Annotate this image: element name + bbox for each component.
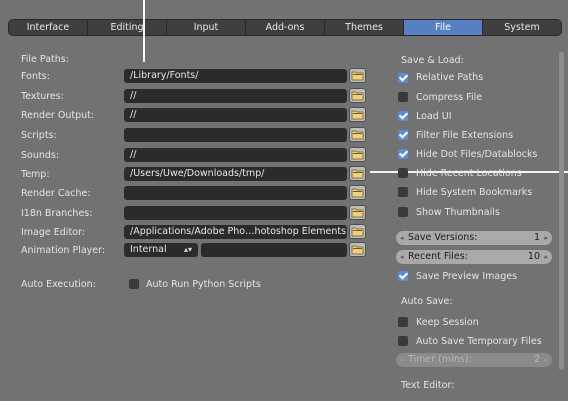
decrement-arrow-icon[interactable]: ◂ [400,250,404,264]
filter-file-extensions-label: Filter File Extensions [416,130,514,141]
auto-save-heading: Auto Save: [401,296,453,307]
scripts-path-field[interactable] [124,128,347,142]
preferences-tab-bar: Interface Editing Input Add-ons Themes F… [9,20,561,35]
fonts-label: Fonts: [21,71,50,82]
decrement-arrow-icon[interactable]: ◂ [400,353,404,367]
animation-player-path-field[interactable] [201,243,347,257]
save-versions-field[interactable]: ◂ Save Versions: 1 ▸ [396,231,552,245]
tab-interface[interactable]: Interface [9,20,88,35]
i18n-branches-label: I18n Branches: [21,208,93,219]
show-thumbnails-checkbox[interactable] [398,207,408,217]
hide-recent-locations-checkbox[interactable] [398,168,408,178]
text-editor-heading: Text Editor: [401,380,455,391]
textures-path-field[interactable]: // [124,89,347,103]
save-load-heading: Save & Load: [401,55,464,66]
render-output-path-field[interactable]: // [124,108,347,122]
hide-recent-locations-label: Hide Recent Locations [416,168,522,179]
i18n-branches-folder-icon[interactable] [350,206,365,219]
file-paths-heading: File Paths: [21,54,69,65]
recent-files-field[interactable]: ◂ Recent Files: 10 ▸ [396,250,552,264]
scripts-label: Scripts: [21,130,57,141]
fonts-path-field[interactable]: /Library/Fonts/ [124,69,347,83]
auto-run-python-label: Auto Run Python Scripts [146,279,261,290]
render-cache-folder-icon[interactable] [350,186,365,199]
relative-paths-label: Relative Paths [416,72,484,83]
load-ui-checkbox[interactable] [398,111,408,121]
image-editor-path-field[interactable]: /Applications/Adobe Pho…hotoshop Element… [124,225,347,239]
timer-mins-label: Timer (mins): [408,354,472,365]
compress-file-label: Compress File [416,92,483,103]
render-cache-path-field[interactable] [124,186,347,200]
updown-arrows-icon: ▴▾ [183,245,192,254]
image-editor-label: Image Editor: [21,227,85,238]
save-preview-images-checkbox[interactable] [398,271,408,281]
render-cache-label: Render Cache: [21,188,91,199]
tab-input[interactable]: Input [167,20,246,35]
compress-file-checkbox[interactable] [398,92,408,102]
hide-dot-files-checkbox[interactable] [398,149,408,159]
show-thumbnails-label: Show Thumbnails [416,207,500,218]
increment-arrow-icon[interactable]: ▸ [544,250,548,264]
tab-file[interactable]: File [404,20,483,35]
textures-label: Textures: [21,91,64,102]
hide-system-bookmarks-checkbox[interactable] [398,187,408,197]
sounds-path-field[interactable]: // [124,148,347,162]
scripts-folder-icon[interactable] [350,128,365,141]
image-editor-folder-icon[interactable] [350,225,365,238]
relative-paths-checkbox[interactable] [398,73,408,83]
scrollbar[interactable] [559,52,564,370]
save-versions-label: Save Versions: [408,232,478,243]
auto-save-temp-files-checkbox[interactable] [398,336,408,346]
temp-label: Temp: [21,169,50,180]
hide-system-bookmarks-label: Hide System Bookmarks [416,187,533,198]
recent-files-label: Recent Files: [408,251,468,262]
i18n-branches-path-field[interactable] [124,206,347,220]
auto-run-python-checkbox[interactable] [129,279,139,289]
auto-execution-label: Auto Execution: [21,279,96,290]
hide-dot-files-label: Hide Dot Files/Datablocks [416,149,538,160]
animation-player-label: Animation Player: [21,245,106,256]
auto-save-temp-files-label: Auto Save Temporary Files [416,336,542,347]
save-preview-images-label: Save Preview Images [416,271,518,282]
render-output-folder-icon[interactable] [350,108,365,121]
animation-player-folder-icon[interactable] [350,243,365,256]
load-ui-label: Load UI [416,111,452,122]
temp-path-field[interactable]: /Users/Uwe/Downloads/tmp/ [124,167,347,181]
tab-themes[interactable]: Themes [325,20,404,35]
timer-mins-field[interactable]: ◂ Timer (mins): 2 ▸ [396,353,552,367]
callout-line-vertical [143,0,145,62]
textures-folder-icon[interactable] [350,89,365,102]
temp-folder-icon[interactable] [350,167,365,180]
decrement-arrow-icon[interactable]: ◂ [400,231,404,245]
animation-player-value: Internal [130,244,167,255]
increment-arrow-icon[interactable]: ▸ [544,353,548,367]
tab-editing[interactable]: Editing [88,20,167,35]
increment-arrow-icon[interactable]: ▸ [544,231,548,245]
filter-file-extensions-checkbox[interactable] [398,130,408,140]
save-versions-value: 1 [533,232,540,243]
recent-files-value: 10 [527,251,540,262]
sounds-folder-icon[interactable] [350,148,365,161]
render-output-label: Render Output: [21,110,95,121]
tab-system[interactable]: System [483,20,561,35]
tab-addons[interactable]: Add-ons [246,20,325,35]
keep-session-label: Keep Session [416,317,479,328]
animation-player-select[interactable]: Internal ▴▾ [124,243,198,257]
keep-session-checkbox[interactable] [398,317,408,327]
fonts-folder-icon[interactable] [350,69,365,82]
sounds-label: Sounds: [21,150,60,161]
timer-mins-value: 2 [533,354,540,365]
